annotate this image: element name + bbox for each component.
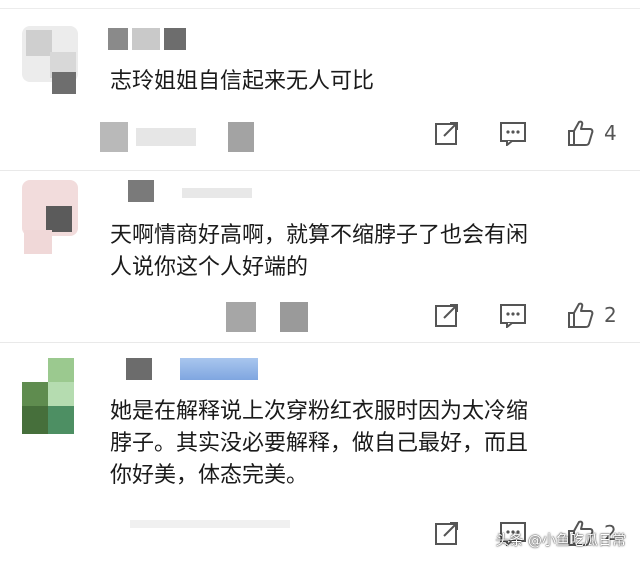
avatar[interactable]: [22, 26, 78, 94]
reply-button[interactable]: [496, 118, 530, 148]
comment-item: 她是在解释说上次穿粉红衣服时因为太冷缩 脖子。其实没必要解释，做自己最好，而且 …: [0, 342, 640, 562]
username-redacted[interactable]: [108, 28, 188, 50]
avatar[interactable]: [22, 180, 78, 254]
comment-meta-redacted: [130, 512, 310, 532]
share-button[interactable]: [430, 300, 464, 330]
comment-meta-redacted: [226, 302, 316, 332]
comment-meta-redacted: [100, 122, 300, 152]
share-button[interactable]: [430, 118, 464, 148]
comment-text: 志玲姐姐自信起来无人可比: [110, 69, 375, 94]
watermark: 头条 @小鱼吃瓜日常: [495, 533, 626, 549]
like-count: 4: [604, 121, 617, 145]
share-icon: [435, 122, 458, 145]
comment-text: 她是在解释说上次穿粉红衣服时因为太冷缩 脖子。其实没必要解释，做自己最好，而且 …: [110, 399, 529, 488]
like-button[interactable]: 4: [566, 118, 617, 148]
comment-item: 天啊情商好高啊，就算不缩脖子了也会有闲 人说你这个人好端的 2: [0, 170, 640, 342]
username-redacted[interactable]: [110, 358, 260, 380]
reply-button[interactable]: [496, 300, 530, 330]
avatar[interactable]: [22, 358, 78, 434]
share-icon: [435, 522, 458, 545]
comment-icon: [500, 122, 526, 146]
share-button[interactable]: [430, 518, 464, 548]
comment-icon: [500, 304, 526, 328]
like-button[interactable]: 2: [566, 300, 617, 330]
username-redacted[interactable]: [128, 180, 258, 202]
comment-item: 志玲姐姐自信起来无人可比 4: [0, 0, 640, 170]
thumbs-up-icon: [568, 120, 594, 146]
like-count: 2: [604, 303, 617, 327]
share-icon: [435, 304, 458, 327]
thumbs-up-icon: [568, 302, 594, 328]
comment-text: 天啊情商好高啊，就算不缩脖子了也会有闲 人说你这个人好端的: [110, 223, 529, 280]
